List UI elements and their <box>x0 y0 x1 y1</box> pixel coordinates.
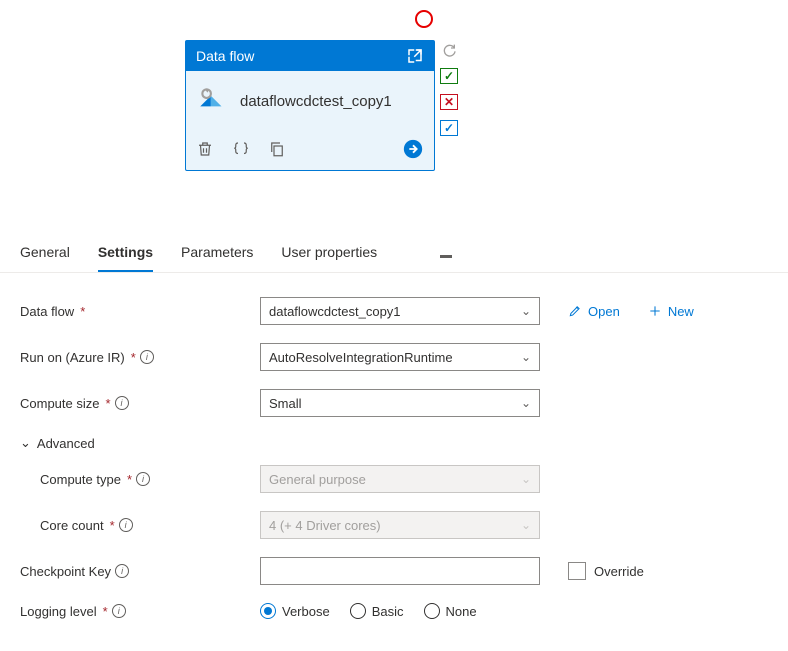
delete-icon[interactable] <box>196 140 214 158</box>
node-footer <box>186 132 434 170</box>
chevron-down-icon: ⌄ <box>521 304 531 318</box>
chevron-down-icon: ⌄ <box>521 396 531 410</box>
tab-settings[interactable]: Settings <box>98 238 153 272</box>
corecount-label: Core count* i <box>40 518 260 533</box>
new-button[interactable]: New <box>648 304 694 319</box>
logging-radio-none[interactable]: None <box>424 603 477 619</box>
dataflow-select[interactable]: dataflowcdctest_copy1 ⌄ <box>260 297 540 325</box>
computesize-select[interactable]: Small ⌄ <box>260 389 540 417</box>
row-runon: Run on (Azure IR)* i AutoResolveIntegrat… <box>20 343 768 371</box>
status-completion-icon[interactable]: ✓ <box>440 120 458 136</box>
logging-label: Logging level* i <box>20 604 260 619</box>
chevron-down-icon: ⌄ <box>521 472 531 486</box>
advanced-toggle[interactable]: ⌄ Advanced <box>20 435 768 451</box>
node-name: dataflowcdctest_copy1 <box>240 93 392 110</box>
info-icon[interactable]: i <box>115 396 129 410</box>
logging-radio-basic[interactable]: Basic <box>350 603 404 619</box>
row-logging: Logging level* i Verbose Basic None <box>20 603 768 619</box>
pipeline-canvas[interactable]: Data flow dataflowcdctest_copy1 <box>0 0 788 230</box>
row-computesize: Compute size* i Small ⌄ <box>20 389 768 417</box>
runon-select[interactable]: AutoResolveIntegrationRuntime ⌄ <box>260 343 540 371</box>
node-title: Data flow <box>196 48 254 64</box>
corecount-select: 4 (+ 4 Driver cores) ⌄ <box>260 511 540 539</box>
runon-label: Run on (Azure IR)* i <box>20 350 260 365</box>
logging-radio-group: Verbose Basic None <box>260 603 477 619</box>
info-icon[interactable]: i <box>136 472 150 486</box>
info-icon[interactable]: i <box>112 604 126 618</box>
info-icon[interactable]: i <box>119 518 133 532</box>
override-checkbox[interactable] <box>568 562 586 580</box>
checkpoint-label: Checkpoint Key i <box>20 564 260 579</box>
chevron-down-icon: ⌄ <box>521 518 531 532</box>
open-button[interactable]: Open <box>568 304 620 319</box>
logging-radio-verbose[interactable]: Verbose <box>260 603 330 619</box>
panel-resize-handle[interactable] <box>440 255 452 258</box>
code-braces-icon[interactable] <box>232 140 250 158</box>
row-dataflow: Data flow* dataflowcdctest_copy1 ⌄ Open … <box>20 297 768 325</box>
details-tabs: General Settings Parameters User propert… <box>0 230 788 273</box>
copy-icon[interactable] <box>268 140 286 158</box>
info-icon[interactable]: i <box>115 564 129 578</box>
info-icon[interactable]: i <box>140 350 154 364</box>
chevron-down-icon: ⌄ <box>20 435 31 451</box>
override-label: Override <box>594 564 644 579</box>
row-computetype: Compute type* i General purpose ⌄ <box>20 465 768 493</box>
checkpoint-input[interactable] <box>260 557 540 585</box>
radio-icon <box>424 603 440 619</box>
dataflow-icon <box>196 83 230 120</box>
chevron-down-icon: ⌄ <box>521 350 531 364</box>
node-body: dataflowcdctest_copy1 <box>186 71 434 132</box>
dataflow-label: Data flow* <box>20 304 260 319</box>
dataflow-activity-node[interactable]: Data flow dataflowcdctest_copy1 <box>185 40 435 171</box>
node-header: Data flow <box>186 41 434 71</box>
annotation-circle <box>415 10 433 28</box>
redo-icon[interactable] <box>440 42 458 58</box>
tab-parameters[interactable]: Parameters <box>181 238 253 272</box>
status-failure-icon[interactable]: ✕ <box>440 94 458 110</box>
computetype-select: General purpose ⌄ <box>260 465 540 493</box>
status-success-icon[interactable]: ✓ <box>440 68 458 84</box>
row-corecount: Core count* i 4 (+ 4 Driver cores) ⌄ <box>20 511 768 539</box>
radio-icon <box>350 603 366 619</box>
settings-form: Data flow* dataflowcdctest_copy1 ⌄ Open … <box>0 273 788 647</box>
computesize-label: Compute size* i <box>20 396 260 411</box>
open-external-icon[interactable] <box>406 47 424 65</box>
run-arrow-icon[interactable] <box>402 138 424 160</box>
dependency-status-column: ✓ ✕ ✓ <box>440 42 458 136</box>
tab-general[interactable]: General <box>20 238 70 272</box>
tab-user-properties[interactable]: User properties <box>281 238 377 272</box>
row-checkpoint: Checkpoint Key i Override <box>20 557 768 585</box>
computetype-label: Compute type* i <box>40 472 260 487</box>
radio-icon <box>260 603 276 619</box>
